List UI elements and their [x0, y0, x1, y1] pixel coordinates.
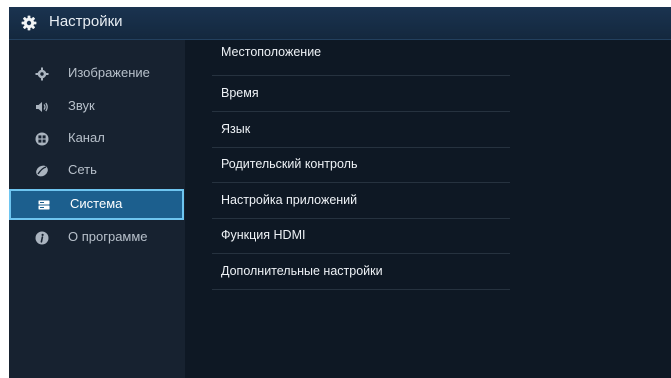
network-icon [35, 164, 49, 178]
speaker-icon [35, 100, 49, 114]
sidebar-item-label: Канал [68, 130, 105, 145]
menu-item-label: Настройка приложений [221, 193, 358, 207]
sidebar: Изображение Звук Канал Сеть Система О пр… [9, 40, 185, 378]
sidebar-item-network[interactable]: Сеть [9, 156, 185, 186]
menu-item-hdmi-function[interactable]: Функция HDMI [212, 218, 510, 254]
sidebar-item-sound[interactable]: Звук [9, 92, 185, 122]
menu-item-time[interactable]: Время [212, 76, 510, 112]
menu-item-label: Местоположение [221, 45, 322, 59]
tv-settings-screen: Настройки Изображение Звук Канал Сеть Си… [9, 7, 671, 378]
menu-item-location[interactable]: Местоположение [212, 40, 510, 76]
menu-item-app-settings[interactable]: Настройка приложений [212, 183, 510, 219]
menu-item-parental-control[interactable]: Родительский контроль [212, 147, 510, 183]
menu-item-label: Дополнительные настройки [221, 264, 383, 278]
menu-item-label: Функция HDMI [221, 228, 306, 242]
sidebar-item-label: Звук [68, 98, 95, 113]
image-settings-icon [35, 67, 49, 81]
sidebar-item-label: О программе [68, 229, 148, 244]
grid-icon [35, 132, 49, 146]
menu-item-label: Время [221, 86, 259, 100]
menu-item-label: Язык [221, 122, 251, 136]
sidebar-item-label: Система [70, 196, 123, 211]
header-bar: Настройки [9, 7, 671, 40]
sidebar-item-channel[interactable]: Канал [9, 124, 185, 154]
sidebar-item-image[interactable]: Изображение [9, 59, 185, 89]
sidebar-item-about[interactable]: О программе [9, 223, 185, 253]
menu-item-language[interactable]: Язык [212, 112, 510, 148]
menu-item-label: Родительский контроль [221, 157, 358, 171]
page-title: Настройки [49, 13, 123, 30]
sidebar-item-system[interactable]: Система [9, 189, 184, 220]
info-icon [35, 231, 49, 245]
gear-icon [21, 15, 37, 31]
sidebar-item-label: Изображение [68, 65, 150, 80]
system-icon [37, 198, 51, 212]
menu-item-advanced-settings[interactable]: Дополнительные настройки [212, 254, 510, 290]
sidebar-item-label: Сеть [68, 162, 97, 177]
